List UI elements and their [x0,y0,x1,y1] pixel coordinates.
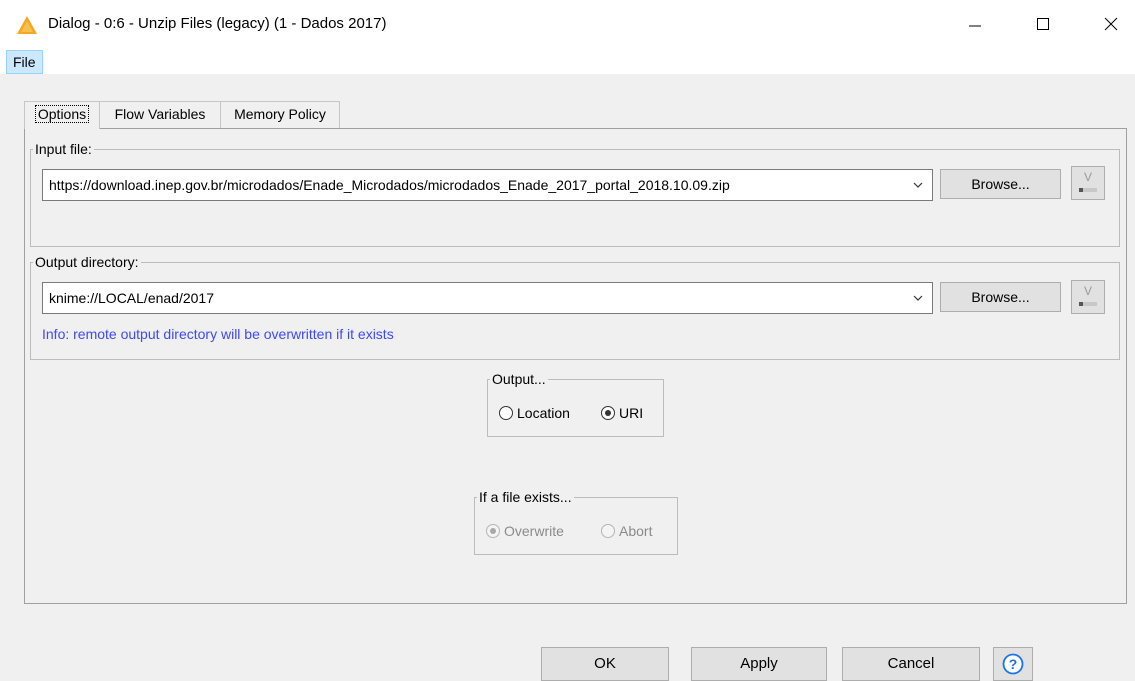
close-button[interactable] [1088,6,1134,42]
tab-options-label: Options [34,105,90,123]
output-directory-value: knime://LOCAL/enad/2017 [49,290,214,306]
radio-overwrite-label: Overwrite [504,523,564,539]
flow-variable-icon: V [1079,170,1097,192]
help-button[interactable]: ? [993,647,1033,681]
cancel-button[interactable]: Cancel [842,647,980,681]
output-mode-group: Output... [487,371,664,437]
file-exists-group: If a file exists... [474,489,678,555]
apply-button[interactable]: Apply [691,647,827,681]
window-title: Dialog - 0:6 - Unzip Files (legacy) (1 -… [48,15,387,32]
warning-triangle-icon [17,16,37,34]
radio-abort-indicator [601,524,615,538]
radio-abort[interactable]: Abort [601,523,652,539]
file-exists-legend: If a file exists... [479,489,572,505]
input-browse-button[interactable]: Browse... [940,169,1061,199]
svg-text:V: V [1084,284,1092,298]
ok-button[interactable]: OK [541,647,669,681]
output-mode-legend: Output... [492,371,546,387]
output-browse-button[interactable]: Browse... [940,282,1061,312]
radio-abort-label: Abort [619,523,653,539]
title-bar: Dialog - 0:6 - Unzip Files (legacy) (1 -… [0,0,1135,48]
close-icon [1104,17,1118,31]
output-directory-combo[interactable]: knime://LOCAL/enad/2017 [42,282,933,314]
radio-overwrite-indicator [486,524,500,538]
input-file-combo[interactable]: https://download.inep.gov.br/microdados/… [42,169,933,201]
menu-file[interactable]: File [6,50,43,74]
maximize-icon [1037,18,1049,30]
radio-location[interactable]: Location [499,405,570,421]
radio-uri-indicator [601,406,615,420]
svg-text:V: V [1084,170,1092,184]
radio-location-label: Location [517,405,570,421]
radio-uri-label: URI [619,405,644,421]
svg-text:?: ? [1009,656,1018,672]
flow-variable-icon: V [1079,284,1097,306]
menu-bar: File [0,48,1135,74]
output-flow-variable-button[interactable]: V [1071,280,1105,314]
output-directory-legend: Output directory: [35,254,139,270]
tab-flow-variables[interactable]: Flow Variables [99,101,221,129]
help-question-icon: ? [1002,653,1024,675]
minimize-icon [969,25,981,27]
radio-location-indicator [499,406,513,420]
radio-uri[interactable]: URI [601,405,643,421]
chevron-down-icon [913,182,923,188]
minimize-button[interactable] [952,6,998,42]
chevron-down-icon [913,295,923,301]
tab-memory-policy[interactable]: Memory Policy [220,101,340,129]
input-flow-variable-button[interactable]: V [1071,166,1105,200]
maximize-button[interactable] [1020,6,1066,42]
tab-options[interactable]: Options [24,101,100,129]
input-file-value: https://download.inep.gov.br/microdados/… [49,177,730,193]
output-info-text: Info: remote output directory will be ov… [42,326,394,342]
radio-overwrite[interactable]: Overwrite [486,523,564,539]
input-file-legend: Input file: [35,141,92,157]
